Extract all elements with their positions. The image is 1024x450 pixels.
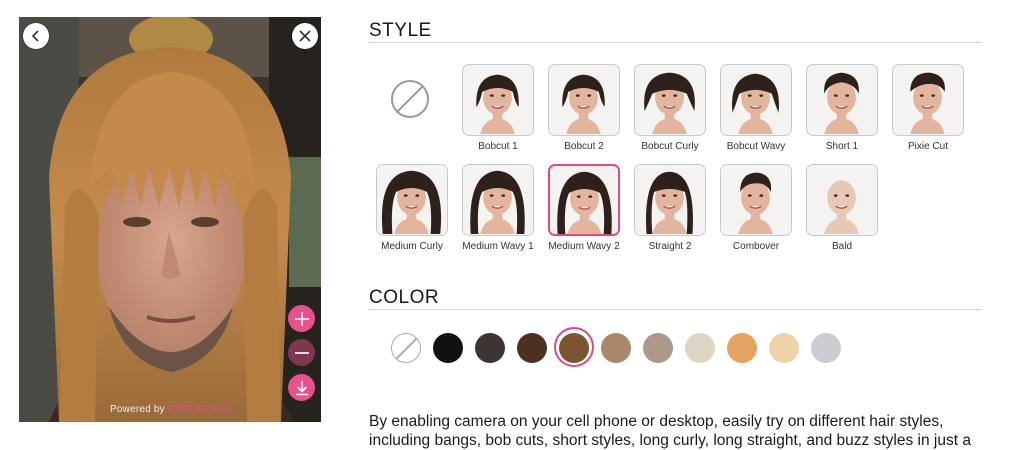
color-section-title: COLOR [369,287,440,308]
style-option-label: Combover [732,241,780,252]
color-swatch-ash-brown[interactable] [643,333,673,363]
style-option-straight-2[interactable]: Straight 2 [634,164,706,252]
model-portrait-icon [377,165,446,234]
download-icon [295,380,308,395]
style-option-short-1[interactable]: Short 1 [806,64,878,152]
model-portrait-icon [721,65,790,134]
style-option-label: Short 1 [825,141,859,152]
style-option-medium-wavy-2[interactable]: Medium Wavy 2 [548,164,620,252]
style-option-bald[interactable]: Bald [806,164,878,252]
style-option-bobcut-2[interactable]: Bobcut 2 [548,64,620,152]
color-swatch-platinum[interactable] [685,333,715,363]
style-option-bobcut-curly[interactable]: Bobcut Curly [634,64,706,152]
color-swatch-black[interactable] [433,333,463,363]
description-text: By enabling camera on your cell phone or… [369,413,971,449]
style-option-medium-curly[interactable]: Medium Curly [376,164,448,252]
style-thumbnail [548,64,620,136]
model-portrait-icon [550,166,618,234]
color-swatch-dark-brown[interactable] [475,333,505,363]
download-button[interactable] [288,374,315,401]
color-swatch-medium-brown[interactable] [559,333,589,363]
external-link-icon [221,404,230,413]
style-section-title: STYLE [369,20,432,41]
powered-by-brand-link[interactable]: PERFECT [168,404,218,415]
powered-by: Powered by PERFECT [19,404,321,415]
style-thumbnail [462,164,534,236]
color-swatch-light-brown[interactable] [601,333,631,363]
style-option-label: Pixie Cut [907,141,948,152]
style-thumbnail [376,164,448,236]
zoom-in-button[interactable] [288,305,315,332]
back-button[interactable] [23,23,49,49]
color-swatch-honey-blonde[interactable] [769,333,799,363]
style-option-combover[interactable]: Combover [720,164,792,252]
style-thumbnail [548,164,620,236]
model-portrait-icon [807,65,876,134]
style-option-label: Bobcut 2 [564,141,604,152]
model-portrait-icon [463,65,532,134]
style-option-label: Medium Wavy 1 [462,241,534,252]
style-thumbnail [720,64,792,136]
close-button[interactable] [292,23,318,49]
style-option-label: Bald [831,241,852,252]
plus-icon [294,311,309,326]
style-thumbnail [892,64,964,136]
style-option-label: Bobcut 1 [478,141,518,152]
style-thumbnail [634,164,706,236]
style-thumbnail [720,164,792,236]
style-option-medium-wavy-1[interactable]: Medium Wavy 1 [462,164,534,252]
model-portrait-icon [635,65,704,134]
model-portrait-icon [893,65,962,134]
model-portrait-icon [635,165,704,234]
no-style-button[interactable] [391,80,429,118]
minus-icon [294,351,309,354]
model-portrait-icon [549,65,618,134]
style-option-label: Straight 2 [648,241,692,252]
close-icon [299,30,311,42]
style-option-label: Medium Curly [381,241,443,252]
color-swatch-chocolate[interactable] [517,333,547,363]
style-option-pixie-cut[interactable]: Pixie Cut [892,64,964,152]
style-thumbnail [806,164,878,236]
preview-image [19,17,321,422]
model-portrait-icon [721,165,790,234]
camera-preview: Powered by PERFECT [19,17,321,422]
powered-by-text: Powered by [110,404,165,415]
style-option-label: Bobcut Curly [641,141,699,152]
style-option-label: Bobcut Wavy [726,141,786,152]
style-option-bobcut-1[interactable]: Bobcut 1 [462,64,534,152]
color-swatch-none[interactable] [391,333,421,363]
style-thumbnail [462,64,534,136]
style-option-label: Medium Wavy 2 [548,241,620,252]
style-thumbnail [806,64,878,136]
style-divider [369,42,982,43]
color-swatch-golden[interactable] [727,333,757,363]
style-option-bobcut-wavy[interactable]: Bobcut Wavy [720,64,792,152]
model-portrait-icon [807,165,876,234]
color-swatch-silver[interactable] [811,333,841,363]
zoom-out-button[interactable] [288,339,315,366]
color-divider [369,309,982,310]
model-portrait-icon [463,165,532,234]
style-thumbnail [634,64,706,136]
chevron-left-icon [31,30,39,42]
